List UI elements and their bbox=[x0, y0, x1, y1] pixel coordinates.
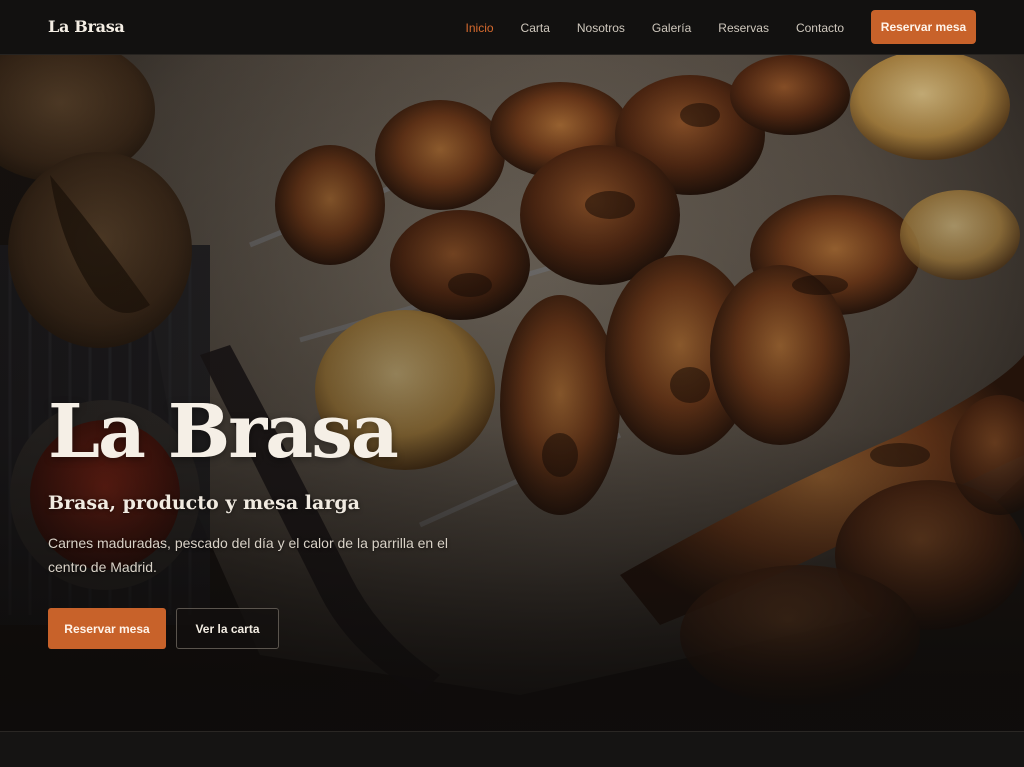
nav-link-reservas[interactable]: Reservas bbox=[718, 21, 769, 35]
nav-reserve-button[interactable]: Reservar mesa bbox=[871, 10, 976, 44]
nav-link-carta[interactable]: Carta bbox=[521, 21, 550, 35]
hero-reserve-button[interactable]: Reservar mesa bbox=[48, 608, 166, 649]
brand-logo[interactable]: La Brasa bbox=[48, 17, 125, 36]
main-nav: Inicio Carta Nosotros Galería Reservas C… bbox=[466, 0, 844, 55]
nav-link-nosotros[interactable]: Nosotros bbox=[577, 21, 625, 35]
hero-description: Carnes maduradas, pescado del día y el c… bbox=[48, 535, 449, 575]
nav-link-contacto[interactable]: Contacto bbox=[796, 21, 844, 35]
nav-link-inicio[interactable]: Inicio bbox=[466, 21, 494, 35]
hero-title: La Brasa bbox=[48, 389, 399, 475]
hero-section: La Brasa Brasa, producto y mesa larga Ca… bbox=[0, 55, 1024, 731]
top-navbar: La Brasa Inicio Carta Nosotros Galería R… bbox=[0, 0, 1024, 55]
hero-menu-button[interactable]: Ver la carta bbox=[176, 608, 279, 649]
nav-link-galeria[interactable]: Galería bbox=[652, 21, 691, 35]
hero-subtitle: Brasa, producto y mesa larga bbox=[48, 492, 360, 514]
next-section-edge bbox=[0, 731, 1024, 767]
